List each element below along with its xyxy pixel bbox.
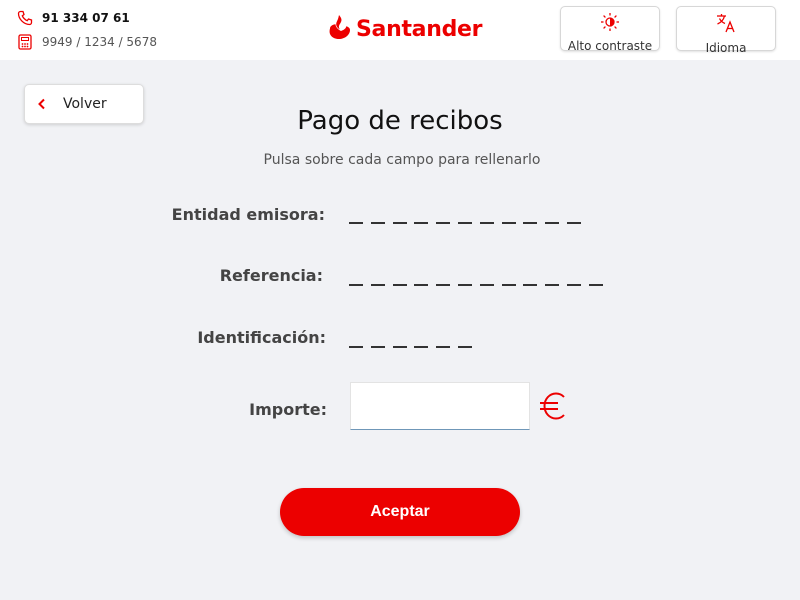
digit-slot [457,284,472,286]
digit-slot [501,222,516,224]
digit-slot [349,346,363,348]
atm-id-row: 9949 / 1234 / 5678 [16,32,157,52]
atm-icon [16,33,34,51]
digit-slot [479,222,494,224]
identification-field[interactable] [349,324,480,348]
digit-slot [436,222,451,224]
digit-slot [457,346,472,348]
digit-slot [414,222,429,224]
language-button[interactable]: Idioma [676,6,776,55]
digit-slot [523,284,538,286]
sun-contrast-icon [600,12,620,36]
digit-slot [392,284,407,286]
digit-slot [588,284,603,286]
high-contrast-button[interactable]: Alto contraste [560,6,660,53]
digit-slot [545,284,560,286]
santander-flame-icon [328,14,350,44]
top-bar: 91 334 07 61 9949 / 1234 / 5678 Santande… [0,0,800,60]
digit-slot [370,284,385,286]
phone-number: 91 334 07 61 [42,11,130,25]
digit-slot [392,346,407,348]
phone-row: 91 334 07 61 [16,8,157,28]
contact-info: 91 334 07 61 9949 / 1234 / 5678 [16,8,157,56]
digit-slot [566,222,581,224]
digit-slot [566,284,581,286]
digit-slot [545,222,560,224]
digit-slot [349,284,363,286]
digit-slot [414,346,429,348]
language-label: Idioma [705,41,747,55]
issuer-label: Entidad emisora: [171,205,325,224]
page-title: Pago de recibos [297,106,503,136]
reference-label: Referencia: [219,266,323,285]
digit-slot [523,222,538,224]
santander-logo: Santander [328,12,483,46]
amount-label: Importe: [249,400,327,419]
brand-name: Santander [356,16,483,42]
digit-slot [501,284,516,286]
digit-slot [392,222,407,224]
digit-slot [370,222,385,224]
page-subtitle: Pulsa sobre cada campo para rellenarlo [263,152,541,168]
accept-button[interactable]: Aceptar [280,488,520,536]
high-contrast-label: Alto contraste [567,39,653,53]
issuer-field[interactable] [349,200,589,224]
translate-icon [715,12,737,38]
digit-slot [436,284,451,286]
phone-icon [16,9,34,27]
digit-slot [479,284,494,286]
euro-icon [538,390,568,422]
digit-slot [436,346,451,348]
digit-slot [349,222,363,224]
identification-label: Identificación: [197,328,326,347]
digit-slot [370,346,385,348]
amount-input[interactable] [350,382,530,430]
reference-field[interactable] [349,262,611,286]
digit-slot [457,222,472,224]
digit-slot [414,284,429,286]
atm-id: 9949 / 1234 / 5678 [42,35,157,49]
